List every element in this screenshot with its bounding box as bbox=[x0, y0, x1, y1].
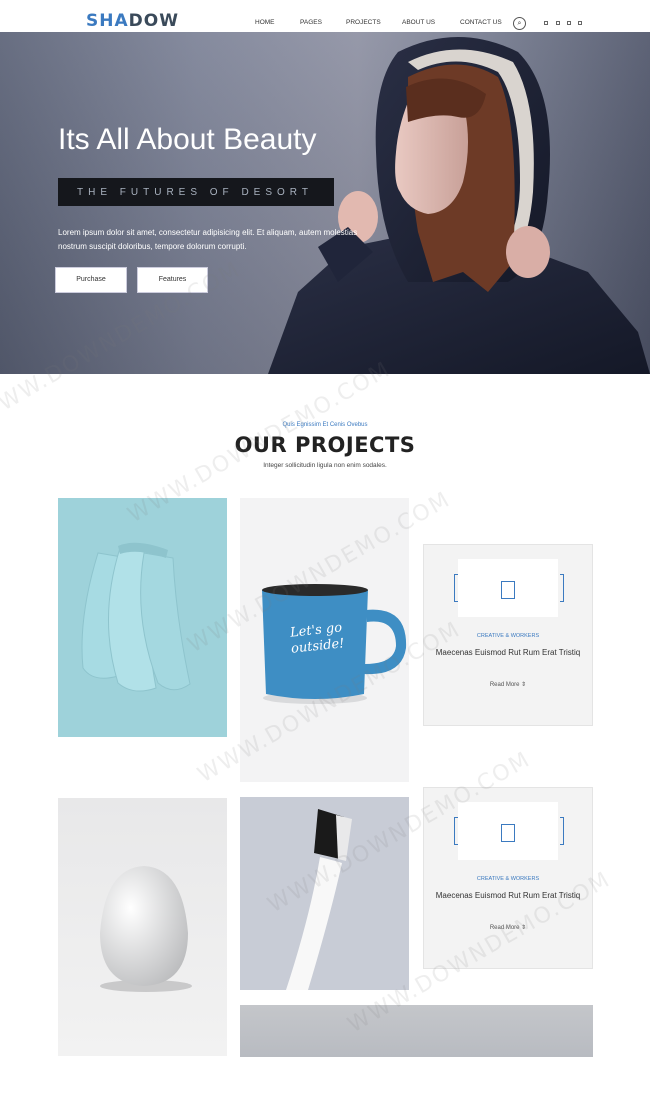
image-placeholder-icon bbox=[501, 824, 515, 842]
logo-text-part1: SHA bbox=[86, 11, 129, 31]
bracket-left-icon bbox=[454, 574, 458, 602]
bracket-right-icon bbox=[560, 817, 564, 845]
card-title[interactable]: Maecenas Euismod Rut Rum Erat Tristiq bbox=[424, 647, 592, 659]
social-icon-2[interactable] bbox=[556, 21, 560, 25]
nav-contact-us[interactable]: CONTACT US bbox=[460, 19, 502, 26]
project-tile-bananas[interactable] bbox=[58, 498, 227, 737]
hero-subtitle: THE FUTURES OF DESORT bbox=[77, 187, 313, 198]
nav-home[interactable]: HOME bbox=[255, 19, 275, 26]
social-icon-1[interactable] bbox=[544, 21, 548, 25]
card-category: CREATIVE & WORKERS bbox=[476, 876, 540, 882]
hero-paragraph: Lorem ipsum dolor sit amet, consectetur … bbox=[58, 228, 358, 251]
social-icon-3[interactable] bbox=[567, 21, 571, 25]
bananas-image bbox=[81, 542, 191, 692]
bracket-left-icon bbox=[454, 817, 458, 845]
hero-banner: Its All About Beauty THE FUTURES OF DESO… bbox=[0, 32, 650, 374]
purchase-button[interactable]: Purchase bbox=[56, 268, 126, 292]
social-icon-4[interactable] bbox=[578, 21, 582, 25]
nav-projects[interactable]: PROJECTS bbox=[346, 19, 381, 26]
hero-title: Its All About Beauty bbox=[58, 123, 317, 156]
site-logo[interactable]: SHADOW bbox=[86, 12, 179, 30]
section-kicker: Quis Egnissim Et Cenis Ovebus bbox=[282, 422, 368, 428]
nav-pages[interactable]: PAGES bbox=[300, 19, 322, 26]
project-tile-wide[interactable] bbox=[240, 1005, 593, 1057]
nav-about-us[interactable]: ABOUT US bbox=[402, 19, 435, 26]
site-header: SHADOW CREATIVE DEMO TEMPLATE HOME PAGES… bbox=[0, 0, 650, 36]
bracket-right-icon bbox=[560, 574, 564, 602]
project-tile-egg[interactable] bbox=[58, 798, 227, 1056]
logo-text-part2: DOW bbox=[128, 11, 179, 31]
section-title: OUR PROJECTS bbox=[234, 433, 416, 457]
image-placeholder-icon bbox=[501, 581, 515, 599]
read-more-link[interactable]: Read More ⇕ bbox=[424, 681, 592, 688]
egg-image bbox=[100, 866, 192, 992]
section-description: Integer sollicitudin ligula non enim sod… bbox=[263, 462, 387, 469]
search-icon[interactable]: ⌕ bbox=[513, 17, 526, 30]
